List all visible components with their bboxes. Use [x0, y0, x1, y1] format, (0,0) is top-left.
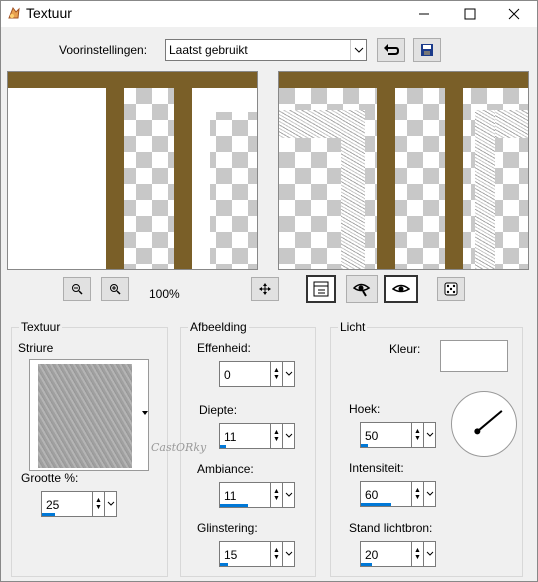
- depth-stepper[interactable]: 11 ▲ ▼: [219, 423, 295, 449]
- angle-dial[interactable]: [451, 391, 517, 457]
- smoothness-stepper[interactable]: 0 ▲ ▼: [219, 361, 295, 387]
- depth-slider-toggle[interactable]: [283, 423, 295, 449]
- pan-button[interactable]: [251, 277, 279, 301]
- presets-value: Laatst gebruikt: [169, 43, 248, 57]
- intensity-label: Intensiteit:: [349, 461, 404, 475]
- eye-pointer-icon: [353, 283, 371, 297]
- preview-frame-icon: [313, 281, 329, 297]
- elevation-label: Stand lichtbron:: [349, 521, 433, 535]
- intensity-updown[interactable]: ▲ ▼: [412, 481, 424, 507]
- original-preview[interactable]: [7, 71, 258, 270]
- intensity-slider-toggle[interactable]: [424, 481, 436, 507]
- minimize-icon: [419, 13, 429, 15]
- show-original-button[interactable]: [346, 275, 378, 303]
- shininess-label: Glinstering:: [197, 521, 258, 535]
- size-stepper[interactable]: 25 ▲ ▼: [41, 491, 117, 517]
- chevron-down-icon: [426, 491, 433, 496]
- chevron-down-icon: [285, 371, 292, 376]
- intensity-stepper[interactable]: 60 ▲ ▼: [360, 481, 436, 507]
- caret-down-icon: [142, 411, 148, 415]
- angle-slider-toggle[interactable]: [424, 422, 436, 448]
- close-button[interactable]: [491, 1, 537, 27]
- angle-level: [361, 444, 368, 447]
- chevron-down-icon: [285, 551, 292, 556]
- shininess-slider-toggle[interactable]: [283, 541, 295, 567]
- smoothness-field[interactable]: 0: [219, 361, 271, 387]
- maximize-button[interactable]: [447, 1, 493, 27]
- elevation-level: [361, 563, 372, 566]
- maximize-icon: [464, 8, 476, 20]
- presets-label: Voorinstellingen:: [59, 43, 148, 57]
- depth-field[interactable]: 11: [219, 423, 271, 449]
- angle-label: Hoek:: [349, 402, 381, 416]
- close-icon: [508, 8, 520, 20]
- window-title: Textuur: [26, 5, 72, 21]
- undo-icon: [384, 44, 399, 55]
- ambiance-stepper[interactable]: 11 ▲ ▼: [219, 482, 295, 508]
- size-slider-toggle[interactable]: [105, 491, 117, 517]
- light-group-title: Licht: [338, 320, 368, 334]
- smoothness-label: Effenheid:: [197, 341, 251, 355]
- presets-dropdown[interactable]: Laatst gebruikt: [165, 39, 367, 61]
- dice-icon: [444, 282, 458, 296]
- angle-dial-needle: [474, 410, 503, 435]
- angle-stepper[interactable]: 50 ▲ ▼: [360, 422, 436, 448]
- depth-label: Diepte:: [199, 403, 238, 417]
- shininess-level: [220, 563, 228, 566]
- preview-toggle-button[interactable]: [306, 275, 336, 303]
- randomize-button[interactable]: [437, 277, 465, 301]
- zoom-in-icon: [110, 284, 121, 295]
- ambiance-updown[interactable]: ▲ ▼: [271, 482, 283, 508]
- auto-preview-button[interactable]: [384, 275, 418, 303]
- size-label: Grootte %:: [21, 471, 79, 485]
- texture-dropdown-arrow[interactable]: [141, 406, 149, 415]
- zoom-level: 100%: [149, 287, 180, 301]
- reset-preset-button[interactable]: [377, 38, 405, 62]
- image-group-title: Afbeelding: [188, 320, 249, 334]
- chevron-down-icon: [426, 432, 433, 437]
- elevation-stepper[interactable]: 20 ▲ ▼: [360, 541, 436, 567]
- texture-group-title: Textuur: [19, 320, 63, 334]
- size-level: [42, 513, 55, 516]
- zoom-out-button[interactable]: [63, 277, 91, 301]
- chevron-down-icon: [285, 433, 292, 438]
- texture-picker[interactable]: [29, 359, 149, 471]
- chevron-down-icon: [350, 40, 366, 60]
- intensity-level: [361, 503, 391, 506]
- smoothness-slider-toggle[interactable]: [283, 361, 295, 387]
- zoom-in-button[interactable]: [101, 277, 129, 301]
- save-preset-button[interactable]: [413, 38, 441, 62]
- minimize-button[interactable]: [401, 1, 447, 27]
- size-updown[interactable]: ▲ ▼: [93, 491, 105, 517]
- chevron-down-icon: [285, 492, 292, 497]
- chevron-down-icon: [107, 501, 114, 506]
- eye-icon: [392, 284, 410, 293]
- ambiance-slider-toggle[interactable]: [283, 482, 295, 508]
- watermark: CastORky: [151, 441, 207, 454]
- depth-updown[interactable]: ▲ ▼: [271, 423, 283, 449]
- move-icon: [259, 283, 271, 295]
- light-color-swatch[interactable]: [440, 340, 508, 372]
- angle-updown[interactable]: ▲ ▼: [412, 422, 424, 448]
- elevation-slider-toggle[interactable]: [424, 541, 436, 567]
- save-icon: [421, 44, 433, 56]
- zoom-out-icon: [72, 284, 83, 295]
- texture-name: Striure: [18, 341, 54, 355]
- chevron-down-icon: [426, 551, 433, 556]
- shininess-stepper[interactable]: 15 ▲ ▼: [219, 541, 295, 567]
- texture-dialog: Textuur Voorinstellingen: Laatst gebruik…: [0, 0, 538, 582]
- title-bar: Textuur: [1, 1, 537, 27]
- ambiance-level: [220, 504, 248, 507]
- color-label: Kleur:: [389, 342, 421, 356]
- app-icon: [8, 6, 20, 19]
- depth-level: [220, 445, 226, 448]
- smoothness-updown[interactable]: ▲ ▼: [271, 361, 283, 387]
- texture-swatch: [38, 364, 132, 468]
- result-preview[interactable]: [278, 71, 529, 270]
- shininess-updown[interactable]: ▲ ▼: [271, 541, 283, 567]
- elevation-updown[interactable]: ▲ ▼: [412, 541, 424, 567]
- ambiance-label: Ambiance:: [197, 462, 254, 476]
